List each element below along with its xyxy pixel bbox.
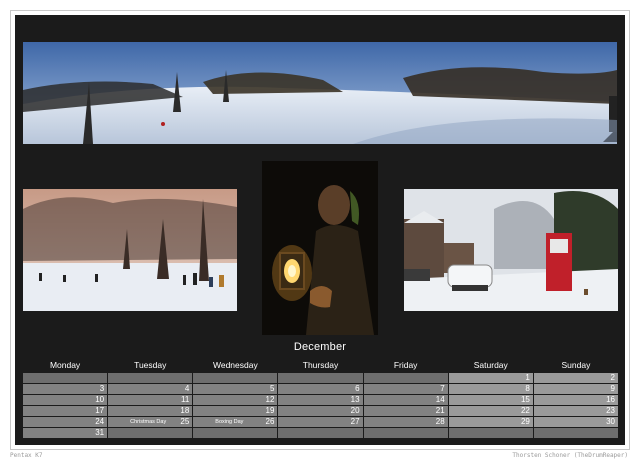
calendar-day-cell: 25 Christmas Day: [108, 417, 193, 427]
day-number: 1: [525, 373, 530, 382]
calendar-empty-cell: [108, 373, 193, 383]
calendar-day-cell: 1: [448, 373, 533, 383]
weekday-label-saturday: Saturday: [473, 360, 508, 370]
calendar-day-cell: 22: [448, 406, 533, 416]
calendar-day-cell: 17: [23, 406, 108, 416]
weekday-label-wednesday: Wednesday: [212, 360, 258, 370]
calendar-empty-cell: [363, 373, 448, 383]
day-number: 3: [99, 384, 105, 393]
calendar-day-cell: 14: [363, 395, 448, 405]
calendar-day-cell: 7: [363, 384, 448, 394]
day-number: 27: [350, 417, 360, 426]
calendar-day-cell: 12: [193, 395, 278, 405]
calendar-day-cell: 30: [533, 417, 618, 427]
calendar-day-cell: 18: [108, 406, 193, 416]
snowy-park-people-photo: [23, 189, 237, 311]
calendar-day-cell: 29: [448, 417, 533, 427]
panorama-snowy-park-photo: [23, 42, 617, 144]
holiday-label: Christmas Day: [130, 419, 167, 425]
snowy-street-photo: [404, 189, 618, 311]
calendar-empty-cell: [363, 428, 448, 438]
day-number: 21: [435, 406, 445, 415]
day-number: 2: [610, 373, 615, 382]
weekday-label-monday: Monday: [49, 360, 81, 370]
day-number: 22: [520, 406, 530, 415]
weekday-label-tuesday: Tuesday: [134, 360, 167, 370]
day-number: 14: [435, 395, 445, 404]
calendar-page: December Monday Tuesday Wednesday Thursday F…: [15, 15, 625, 445]
day-number: 31: [95, 428, 105, 437]
day-number: 25: [180, 417, 190, 426]
day-number: 4: [184, 384, 190, 393]
lantern-portrait-photo: [262, 161, 378, 335]
day-number: 11: [180, 395, 190, 404]
weekday-label-thursday: Thursday: [302, 360, 339, 370]
day-number: 6: [355, 384, 360, 393]
calendar-day-cell: 2: [533, 373, 618, 383]
calendar-day-cell: 3: [23, 384, 108, 394]
holiday-label: Boxing Day: [215, 419, 244, 425]
day-number: 17: [95, 406, 105, 415]
day-number: 29: [520, 417, 530, 426]
calendar-day-cell: 31: [23, 428, 108, 438]
day-number: 9: [610, 384, 615, 393]
calendar-day-cell: 20: [278, 406, 363, 416]
calendar-day-cell: 11: [108, 395, 193, 405]
month-title: December: [293, 341, 347, 353]
day-number: 10: [95, 395, 105, 404]
calendar-day-cell: 8: [448, 384, 533, 394]
day-number: 20: [350, 406, 360, 415]
calendar-empty-cell: [278, 428, 363, 438]
day-number: 18: [180, 406, 190, 415]
calendar-day-cell: 23: [533, 406, 618, 416]
weekday-header-row: Monday Tuesday Wednesday Thursday Friday Satu…: [23, 358, 618, 372]
day-number: 12: [265, 395, 275, 404]
day-number: 30: [606, 417, 615, 426]
day-number: 5: [269, 384, 275, 393]
calendar-day-cell: 26 Boxing Day: [193, 417, 278, 427]
calendar-day-cell: 21: [363, 406, 448, 416]
camera-credit: Pentax K7: [10, 452, 43, 459]
calendar-grid: Monday Tuesday Wednesday Thursday Friday Satu…: [23, 358, 618, 438]
calendar-day-cell: 27: [278, 417, 363, 427]
calendar-empty-cell: [108, 428, 193, 438]
day-number: 23: [606, 406, 615, 415]
calendar-day-cell: 28: [363, 417, 448, 427]
calendar-day-cell: 24: [23, 417, 108, 427]
calendar-empty-cell: [448, 428, 533, 438]
calendar-empty-cell: [193, 428, 278, 438]
day-number: 26: [265, 417, 275, 426]
weekday-label-sunday: Sunday: [561, 360, 591, 370]
day-number: 19: [265, 406, 275, 415]
photographer-credit: Thorsten Schoner (TheDrumReaper): [512, 452, 628, 459]
calendar-day-cell: 15: [448, 395, 533, 405]
calendar-empty-cell: [278, 373, 363, 383]
calendar-day-cell: 10: [23, 395, 108, 405]
day-number: 15: [520, 395, 530, 404]
calendar-day-cell: 19: [193, 406, 278, 416]
day-number: 24: [95, 417, 105, 426]
weekday-label-friday: Friday: [393, 360, 418, 370]
calendar-day-cell: 4: [108, 384, 193, 394]
calendar-day-cell: 6: [278, 384, 363, 394]
day-number: 7: [440, 384, 445, 393]
calendar-day-cell: 5: [193, 384, 278, 394]
calendar-empty-cell: [23, 373, 108, 383]
calendar-days: 1 2 3 4 5 6 7 8 9 10 11 12 13 14 15 16 17 18 19 20 21 22 23 24 2…: [23, 373, 618, 438]
day-number: 28: [435, 417, 445, 426]
day-number: 16: [606, 395, 615, 404]
day-number: 8: [525, 384, 530, 393]
calendar-empty-cell: [533, 428, 618, 438]
calendar-day-cell: 13: [278, 395, 363, 405]
calendar-day-cell: 16: [533, 395, 618, 405]
day-number: 13: [350, 395, 360, 404]
calendar-empty-cell: [193, 373, 278, 383]
calendar-day-cell: 9: [533, 384, 618, 394]
